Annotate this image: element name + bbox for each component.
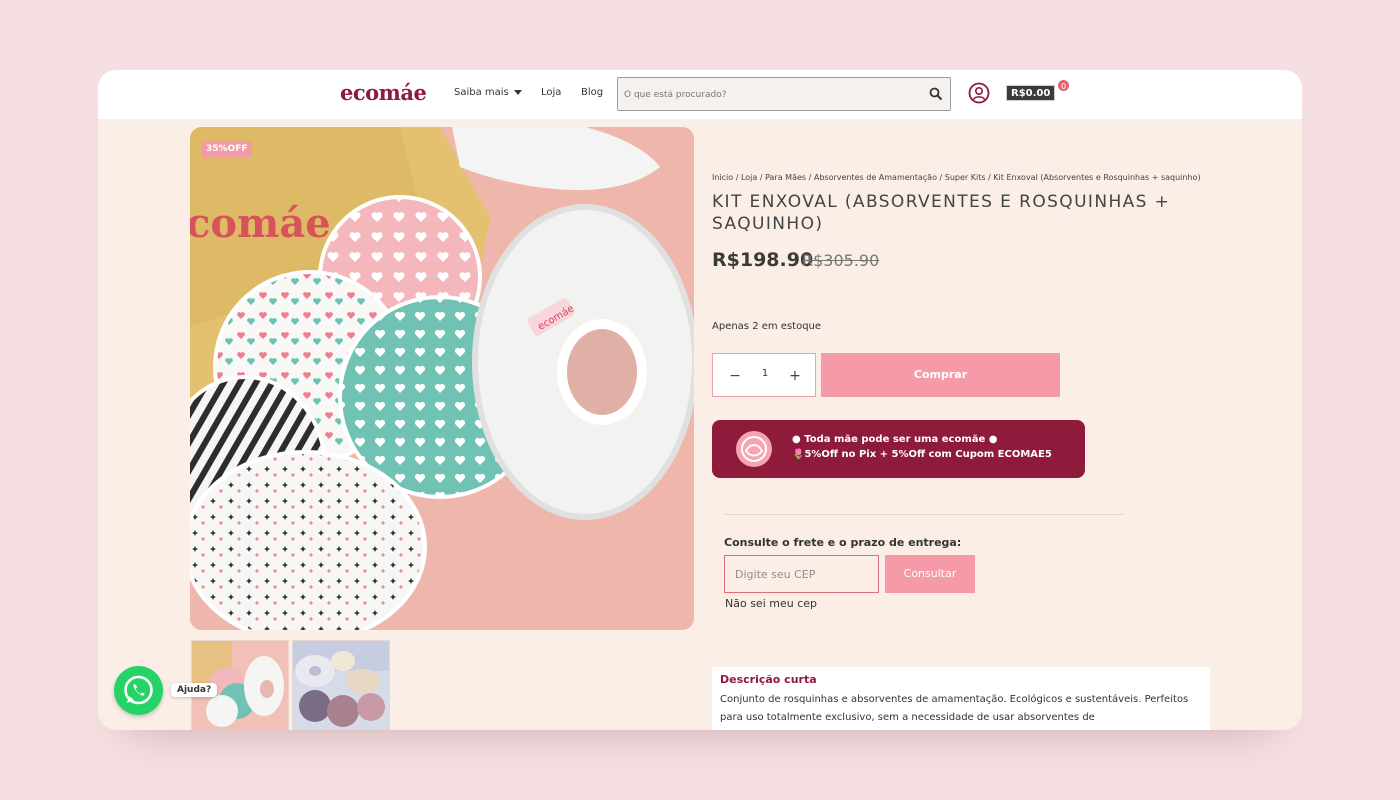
search-input[interactable] bbox=[624, 87, 914, 103]
svg-text:comáe: comáe bbox=[190, 200, 331, 247]
product-price: R$198.90 bbox=[712, 249, 814, 271]
qty-plus-button[interactable]: + bbox=[785, 366, 805, 386]
nav-saiba-mais-label: Saiba mais bbox=[454, 87, 509, 98]
discount-badge: 35%OFF bbox=[202, 141, 252, 157]
cep-input[interactable] bbox=[724, 555, 879, 593]
description-text: Conjunto de rosquinhas e absorventes de … bbox=[720, 694, 1189, 723]
stock-status: Apenas 2 em estoque bbox=[712, 321, 822, 332]
product-old-price: R$305.90 bbox=[802, 251, 880, 270]
product-main-image[interactable]: comáe ecomáe 35%OFF bbox=[190, 127, 694, 630]
nav-saiba-mais[interactable]: Saiba mais bbox=[454, 87, 522, 98]
ecomae-logo-icon bbox=[736, 431, 772, 467]
logo[interactable]: ecomáe bbox=[340, 80, 427, 105]
qty-minus-button[interactable]: − bbox=[725, 366, 745, 386]
promo-text-line1: ● Toda mãe pode ser uma ecomãe ● bbox=[792, 434, 998, 445]
promo-banner: ● Toda mãe pode ser uma ecomãe ● 🌷5%Off … bbox=[712, 420, 1085, 478]
nav-blog[interactable]: Blog bbox=[581, 87, 603, 98]
whatsapp-button[interactable] bbox=[114, 666, 163, 715]
description-title: Descrição curta bbox=[720, 673, 817, 686]
buy-button[interactable]: Comprar bbox=[821, 353, 1060, 397]
cart-button[interactable]: R$0.00 bbox=[1006, 85, 1056, 101]
nav-loja[interactable]: Loja bbox=[541, 87, 561, 98]
product-thumbnail-2[interactable] bbox=[292, 640, 390, 730]
unknown-cep-link[interactable]: Não sei meu cep bbox=[725, 597, 817, 610]
product-photo: comáe ecomáe bbox=[190, 127, 694, 630]
user-icon[interactable] bbox=[968, 82, 990, 104]
header: ecomáe Saiba mais Loja Blog R$0.00 0 bbox=[98, 70, 1302, 119]
breadcrumb[interactable]: Inicio / Loja / Para Mães / Absorventes … bbox=[712, 173, 1201, 182]
search-icon[interactable] bbox=[929, 87, 943, 101]
whatsapp-icon bbox=[124, 675, 153, 705]
chevron-down-icon bbox=[513, 89, 522, 95]
qty-value[interactable]: 1 bbox=[757, 368, 773, 379]
product-title: KIT ENXOVAL (ABSORVENTES E ROSQUINHAS + … bbox=[712, 192, 1171, 234]
promo-text-line2: 🌷5%Off no Pix + 5%Off com Cupom ECOMAE5 bbox=[792, 449, 1052, 460]
short-description: Descrição curta Conjunto de rosquinhas e… bbox=[712, 667, 1210, 730]
search-box bbox=[617, 77, 951, 111]
quantity-stepper: − 1 + bbox=[712, 353, 816, 397]
help-label[interactable]: Ajuda? bbox=[171, 683, 218, 697]
shipping-title: Consulte o frete e o prazo de entrega: bbox=[724, 536, 962, 549]
divider bbox=[724, 514, 1124, 515]
page-card: ecomáe Saiba mais Loja Blog R$0.00 0 bbox=[98, 70, 1302, 730]
consult-button[interactable]: Consultar bbox=[885, 555, 975, 593]
cart-count-badge: 0 bbox=[1057, 79, 1070, 92]
thumbnail-image bbox=[293, 641, 389, 730]
